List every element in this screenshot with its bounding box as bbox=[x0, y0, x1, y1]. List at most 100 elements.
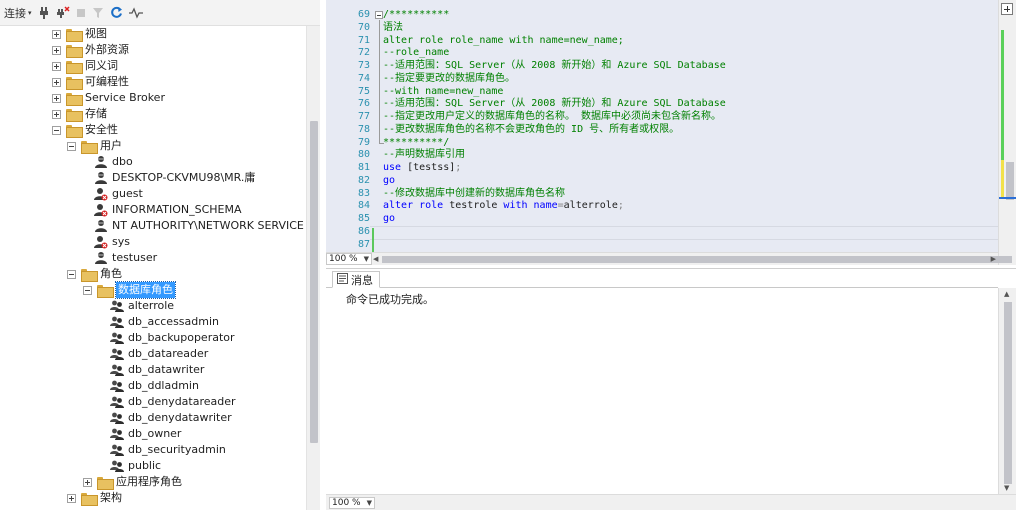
tree-item[interactable]: 视图 bbox=[52, 26, 107, 42]
tree-item[interactable]: db_denydatareader bbox=[110, 394, 236, 410]
scroll-right-icon[interactable]: ▶ bbox=[991, 255, 996, 263]
role-icon bbox=[110, 299, 124, 313]
disabled-user-icon bbox=[94, 235, 108, 249]
tree-item[interactable]: 架构 bbox=[67, 490, 122, 506]
editor-scroll-thumb[interactable] bbox=[1006, 162, 1014, 200]
tree-item[interactable]: 数据库角色 bbox=[83, 281, 176, 299]
code-line[interactable]: --修改数据库中创建新的数据库角色名称 bbox=[383, 187, 565, 200]
editor-status-bar: 100 % ▼ ◀ ▶ bbox=[326, 252, 1012, 266]
filter-icon[interactable] bbox=[92, 4, 104, 22]
tree-item[interactable]: 用户 bbox=[67, 138, 122, 154]
connect-plug-icon[interactable] bbox=[38, 4, 50, 22]
connect-button[interactable]: 连接 ▾ bbox=[4, 4, 32, 22]
collapse-icon[interactable] bbox=[52, 125, 61, 135]
editor-vertical-scrollbar[interactable] bbox=[998, 0, 1016, 265]
code-line[interactable]: use [testss]; bbox=[383, 161, 461, 174]
expand-icon[interactable] bbox=[52, 45, 61, 55]
tree-item[interactable]: db_denydatawriter bbox=[110, 410, 232, 426]
code-lines[interactable]: 69 /********** 70 语法 71 alter role role_name … bbox=[326, 8, 998, 252]
code-token: --修改数据库中创建新的数据库角色名称 bbox=[383, 187, 566, 199]
editor-zoom-select[interactable]: 100 % ▼ bbox=[326, 253, 372, 265]
editor-hscroll-thumb[interactable] bbox=[382, 255, 1012, 263]
role-icon bbox=[110, 427, 124, 441]
collapse-icon[interactable] bbox=[67, 141, 76, 151]
code-line[interactable]: --role_name bbox=[383, 46, 449, 59]
tree-item[interactable]: dbo bbox=[94, 154, 133, 170]
code-line[interactable]: --更改数据库角色的名称不会更改角色的 ID 号、所有者或权限。 bbox=[383, 123, 679, 136]
tree-item[interactable]: 存储 bbox=[52, 106, 107, 122]
role-icon bbox=[110, 347, 124, 361]
code-line[interactable]: --with name=new_name bbox=[383, 85, 503, 98]
code-line[interactable]: go bbox=[383, 212, 395, 225]
code-line[interactable]: alter role role_name with name=new_name; bbox=[383, 34, 624, 47]
tree-item[interactable]: 安全性 bbox=[52, 122, 118, 138]
tree-item[interactable]: public bbox=[110, 458, 161, 474]
tree-item[interactable]: NT AUTHORITY\NETWORK SERVICE bbox=[94, 218, 304, 234]
tree-item[interactable]: 可编程性 bbox=[52, 74, 129, 90]
editor-horizontal-scrollbar[interactable]: ◀ ▶ bbox=[372, 253, 1012, 266]
tree-item[interactable]: 应用程序角色 bbox=[83, 474, 182, 490]
code-line[interactable]: --指定更改用户定义的数据库角色的名称。 数据库中必须尚未包含新名称。 bbox=[383, 110, 721, 123]
tree-item[interactable]: testuser bbox=[94, 250, 157, 266]
messages-vertical-scrollbar[interactable]: ▲ ▼ bbox=[998, 288, 1016, 494]
object-explorer-scrollbar[interactable] bbox=[306, 26, 320, 510]
tab-messages[interactable]: 消息 bbox=[332, 271, 380, 288]
code-token: alter role bbox=[383, 200, 450, 212]
tree-item[interactable]: db_ddladmin bbox=[110, 378, 199, 394]
tree-item[interactable]: DESKTOP-CKVMU98\MR.庸 bbox=[94, 170, 255, 186]
messages-zoom-select[interactable]: 100 % ▼ bbox=[329, 497, 375, 509]
line-number: 71 bbox=[357, 34, 370, 46]
code-line[interactable]: --适用范围：SQL Server（从 2008 新开始）和 Azure SQL… bbox=[383, 97, 726, 110]
tree-item[interactable]: db_datareader bbox=[110, 346, 208, 362]
code-line[interactable]: --适用范围：SQL Server（从 2008 新开始）和 Azure SQL… bbox=[383, 59, 726, 72]
refresh-icon[interactable] bbox=[110, 4, 123, 22]
code-line[interactable]: **********/ bbox=[383, 136, 449, 149]
collapse-icon[interactable] bbox=[67, 269, 76, 279]
tree-item[interactable]: 角色 bbox=[67, 266, 122, 282]
scroll-down-icon[interactable]: ▼ bbox=[1004, 484, 1009, 492]
tree-item[interactable]: db_securityadmin bbox=[110, 442, 226, 458]
stop-icon[interactable] bbox=[76, 4, 86, 22]
tree-item-label: 安全性 bbox=[85, 123, 118, 136]
collapse-icon[interactable] bbox=[83, 285, 92, 295]
query-editor[interactable]: 69 /********** 70 语法 71 alter role role_name … bbox=[326, 0, 1016, 265]
tree-item[interactable]: db_backupoperator bbox=[110, 330, 235, 346]
scroll-left-icon[interactable]: ◀ bbox=[373, 255, 378, 263]
code-line[interactable]: alter role testrole with name=alterrole; bbox=[383, 199, 624, 212]
messages-scroll-thumb[interactable] bbox=[1004, 302, 1012, 484]
code-line[interactable]: /********** bbox=[383, 8, 449, 21]
code-token: **********/ bbox=[383, 136, 450, 148]
line-number: 74 bbox=[357, 72, 370, 84]
split-editor-icon[interactable] bbox=[1001, 3, 1013, 15]
scroll-up-icon[interactable]: ▲ bbox=[1004, 290, 1009, 298]
expand-icon[interactable] bbox=[52, 93, 61, 103]
tree-item[interactable]: db_owner bbox=[110, 426, 181, 442]
object-explorer-scroll-thumb[interactable] bbox=[310, 121, 318, 443]
tree-item[interactable]: db_datawriter bbox=[110, 362, 204, 378]
disconnect-plug-icon[interactable] bbox=[56, 4, 70, 22]
tree-item[interactable]: Service Broker bbox=[52, 90, 165, 106]
tree-item-label: testuser bbox=[112, 251, 158, 264]
code-line[interactable]: 语法 bbox=[383, 21, 403, 34]
tree-item[interactable]: sys bbox=[94, 234, 130, 250]
tree-item[interactable]: db_accessadmin bbox=[110, 314, 219, 330]
tree-item[interactable]: alterrole bbox=[110, 298, 174, 314]
activity-monitor-icon[interactable] bbox=[128, 4, 143, 22]
tree-item-label: 外部资源 bbox=[85, 43, 129, 56]
expand-icon[interactable] bbox=[67, 493, 76, 503]
expand-icon[interactable] bbox=[52, 109, 61, 119]
code-line[interactable]: --指定要更改的数据库角色。 bbox=[383, 72, 515, 85]
code-line[interactable]: go bbox=[383, 174, 395, 187]
tree-item[interactable]: 同义词 bbox=[52, 58, 118, 74]
tree-item[interactable]: guest bbox=[94, 186, 143, 202]
expand-icon[interactable] bbox=[52, 77, 61, 87]
tree-item[interactable]: 外部资源 bbox=[52, 42, 129, 58]
expand-icon[interactable] bbox=[52, 61, 61, 71]
code-line[interactable]: --声明数据库引用 bbox=[383, 148, 465, 161]
expand-icon[interactable] bbox=[83, 477, 92, 487]
folder-icon bbox=[97, 476, 114, 490]
tree-item-label: 应用程序角色 bbox=[116, 475, 182, 488]
tree-item[interactable]: INFORMATION_SCHEMA bbox=[94, 202, 242, 218]
tree-item-label: db_datawriter bbox=[128, 363, 205, 376]
expand-icon[interactable] bbox=[52, 29, 61, 39]
